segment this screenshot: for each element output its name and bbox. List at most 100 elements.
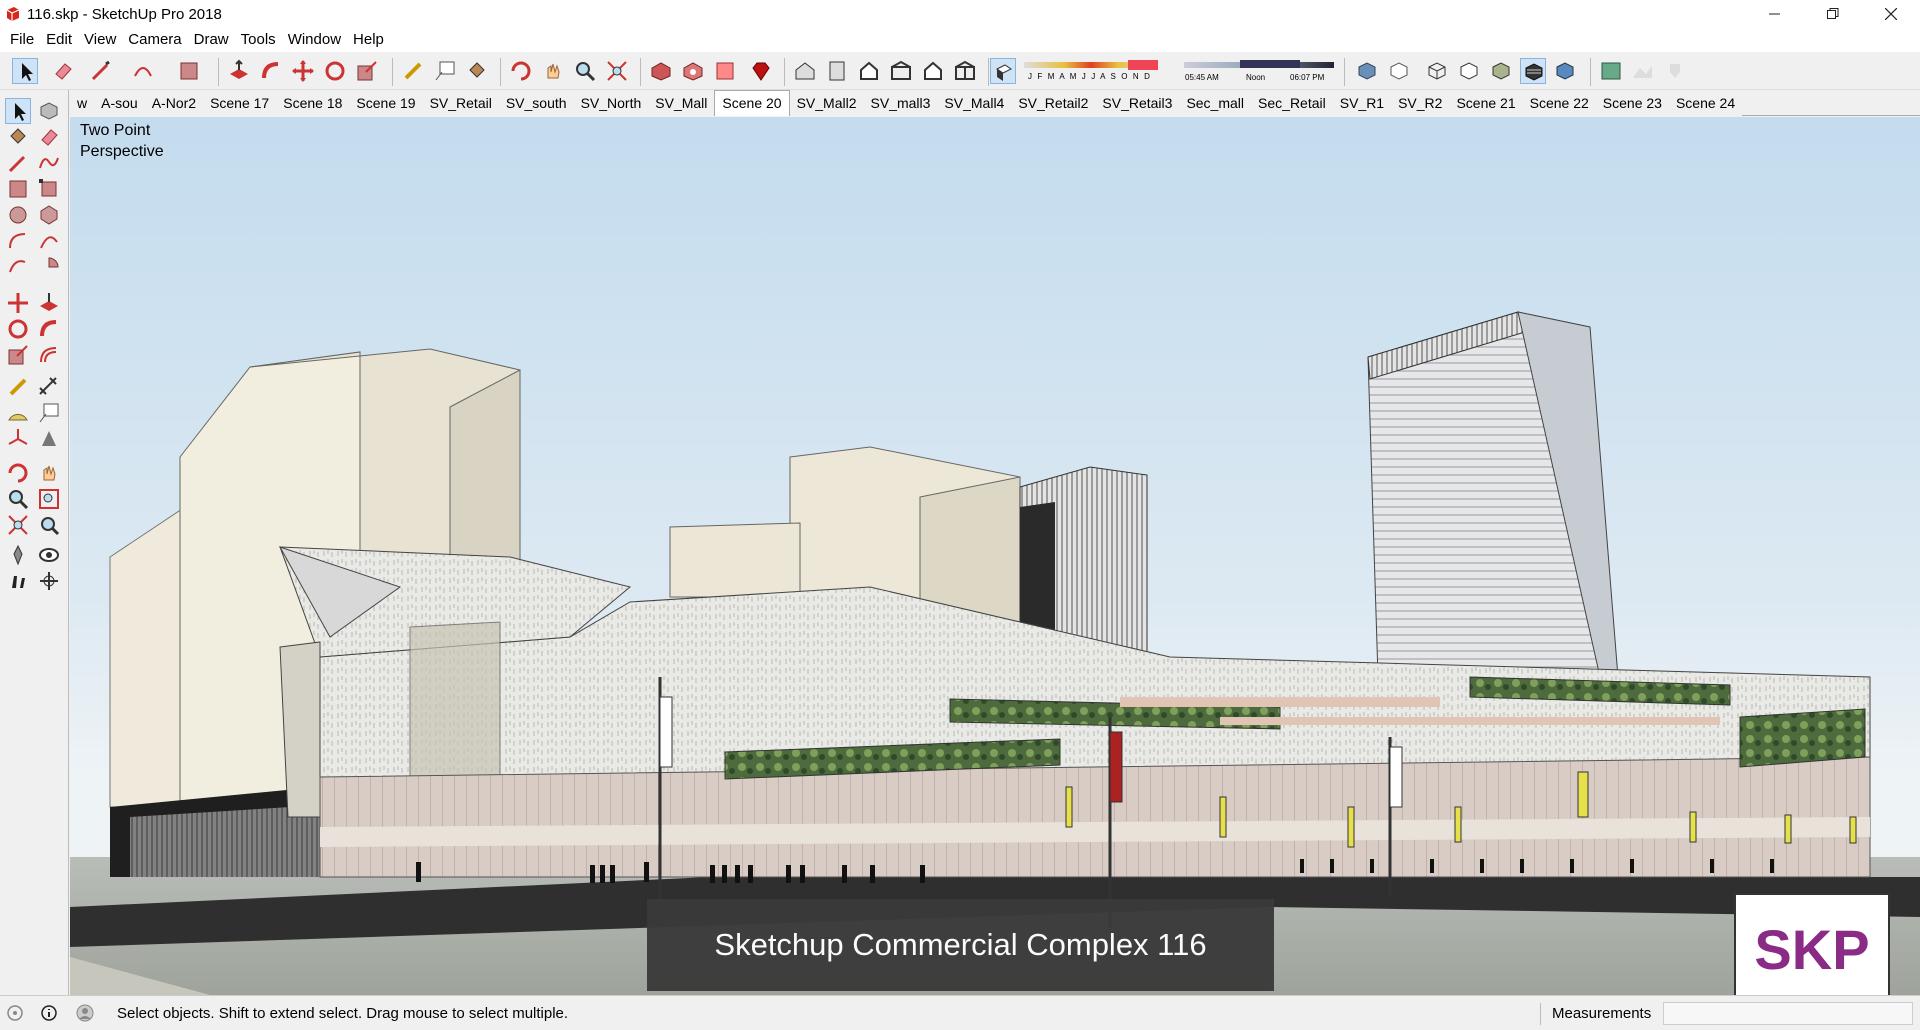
scene-tab[interactable]: SV_R2	[1391, 91, 1449, 115]
user-account-icon[interactable]	[76, 1004, 94, 1022]
zoom-extents-button[interactable]	[604, 58, 630, 84]
scene-tab[interactable]: Scene 21	[1449, 91, 1522, 115]
push-pull-button[interactable]	[226, 58, 252, 84]
terrain-button[interactable]	[1630, 58, 1656, 84]
zoom-button[interactable]	[572, 58, 598, 84]
eraser-tool-button[interactable]	[50, 58, 76, 84]
select-tool-button[interactable]	[5, 98, 31, 124]
scene-tab[interactable]: Scene 22	[1523, 91, 1596, 115]
scene-tab[interactable]: SV_Retail3	[1095, 91, 1179, 115]
minimize-button[interactable]	[1746, 0, 1804, 28]
credits-info-icon[interactable]	[40, 1004, 58, 1022]
axes-tool-button[interactable]	[5, 426, 31, 452]
scene-tab[interactable]: A-sou	[94, 91, 145, 115]
3d-viewport[interactable]: Two Point Perspective Sketchup Commercia…	[70, 117, 1920, 995]
close-button[interactable]	[1862, 0, 1920, 28]
scene-tab[interactable]: Scene 20	[714, 90, 790, 116]
scene-tab[interactable]: SV_Retail	[423, 91, 499, 115]
ruby-console-button[interactable]	[748, 58, 774, 84]
tape-measure-tool-button[interactable]	[5, 374, 31, 400]
scene-tab[interactable]: Scene 18	[276, 91, 349, 115]
scene-tab[interactable]: SV_Mall	[648, 91, 714, 115]
menu-help[interactable]: Help	[347, 28, 390, 52]
scene-tab[interactable]: Scene 19	[349, 91, 422, 115]
walk-tool-button[interactable]	[5, 568, 31, 594]
position-camera-tool-button[interactable]	[5, 542, 31, 568]
shadows-toggle-button[interactable]	[990, 58, 1016, 84]
pie-tool-button[interactable]	[36, 254, 62, 280]
zoom-tool-button[interactable]	[5, 486, 31, 512]
scale-tool-button[interactable]	[5, 342, 31, 368]
menu-view[interactable]: View	[78, 28, 122, 52]
shaded-button[interactable]	[1488, 58, 1514, 84]
follow-me-button[interactable]	[258, 58, 284, 84]
follow-me-tool-button[interactable]	[36, 316, 62, 342]
rotate-tool-button[interactable]	[5, 316, 31, 342]
shaded-textures-button[interactable]	[1520, 58, 1546, 84]
iso-view-button[interactable]	[792, 58, 818, 84]
scene-tab[interactable]: SV_mall3	[864, 91, 938, 115]
left-view-button[interactable]	[952, 58, 978, 84]
polygon-tool-button[interactable]	[36, 202, 62, 228]
shadow-time-slider[interactable]: 05:45 AM Noon 06:07 PM	[1184, 60, 1334, 86]
arc-tool-button[interactable]	[5, 228, 31, 254]
pan-tool-button[interactable]	[36, 460, 62, 486]
scene-tab[interactable]: A-Nor2	[145, 91, 203, 115]
dimension-tool-button[interactable]	[36, 374, 62, 400]
paint-bucket-tool-button[interactable]	[5, 124, 31, 150]
arc-tool-button[interactable]	[130, 58, 156, 84]
section-plane-tool-button[interactable]	[36, 568, 62, 594]
protractor-tool-button[interactable]	[5, 400, 31, 426]
scene-tab[interactable]: SV_south	[499, 91, 574, 115]
hidden-line-button[interactable]	[1456, 58, 1482, 84]
shapes-tool-button[interactable]	[176, 58, 202, 84]
offset-tool-button[interactable]	[36, 342, 62, 368]
rotated-rectangle-tool-button[interactable]	[36, 176, 62, 202]
scene-tab[interactable]: SV_R1	[1333, 91, 1391, 115]
pan-button[interactable]	[540, 58, 566, 84]
previous-view-tool-button[interactable]	[36, 512, 62, 538]
zoom-window-tool-button[interactable]	[36, 486, 62, 512]
menu-camera[interactable]: Camera	[122, 28, 187, 52]
orbit-tool-button[interactable]	[5, 460, 31, 486]
three-point-arc-tool-button[interactable]	[5, 254, 31, 280]
monochrome-button[interactable]	[1552, 58, 1578, 84]
move-tool-button[interactable]	[5, 290, 31, 316]
menu-window[interactable]: Window	[282, 28, 347, 52]
eraser-tool-button[interactable]	[36, 124, 62, 150]
line-tool-button[interactable]	[5, 150, 31, 176]
scene-tab[interactable]: Sec_Retail	[1251, 91, 1333, 115]
scene-tab[interactable]: w	[70, 91, 94, 115]
wireframe-button[interactable]	[1424, 58, 1450, 84]
back-view-button[interactable]	[920, 58, 946, 84]
circle-tool-button[interactable]	[5, 202, 31, 228]
photo-textures-button[interactable]	[1662, 58, 1688, 84]
xray-style-button[interactable]	[1354, 58, 1380, 84]
scene-tab[interactable]: Scene 17	[203, 91, 276, 115]
menu-tools[interactable]: Tools	[235, 28, 282, 52]
front-view-button[interactable]	[856, 58, 882, 84]
measurements-input[interactable]	[1663, 1002, 1913, 1025]
scene-tab[interactable]: SV_Mall4	[937, 91, 1011, 115]
scale-tool-button[interactable]	[354, 58, 380, 84]
scene-tab[interactable]: Sec_mall	[1179, 91, 1251, 115]
paint-bucket-button[interactable]	[464, 58, 490, 84]
menu-draw[interactable]: Draw	[188, 28, 235, 52]
rectangle-tool-button[interactable]	[5, 176, 31, 202]
text-tool-button[interactable]	[432, 58, 458, 84]
3d-text-tool-button[interactable]	[36, 426, 62, 452]
layout-button[interactable]	[712, 58, 738, 84]
scene-tab[interactable]: Scene 24	[1669, 91, 1742, 115]
rotate-tool-button[interactable]	[322, 58, 348, 84]
geo-location-status-icon[interactable]	[6, 1004, 24, 1022]
shadow-month-slider[interactable]: J F M A M J J A S O N D	[1024, 60, 1158, 86]
scene-tab[interactable]: SV_Mall2	[790, 91, 864, 115]
extension-warehouse-button[interactable]	[680, 58, 706, 84]
restore-button[interactable]	[1804, 0, 1862, 28]
text-tool-button[interactable]	[36, 400, 62, 426]
move-tool-button[interactable]	[290, 58, 316, 84]
scene-tab[interactable]: SV_Retail2	[1011, 91, 1095, 115]
menu-file[interactable]: File	[4, 28, 40, 52]
right-view-button[interactable]	[888, 58, 914, 84]
menu-edit[interactable]: Edit	[40, 28, 78, 52]
